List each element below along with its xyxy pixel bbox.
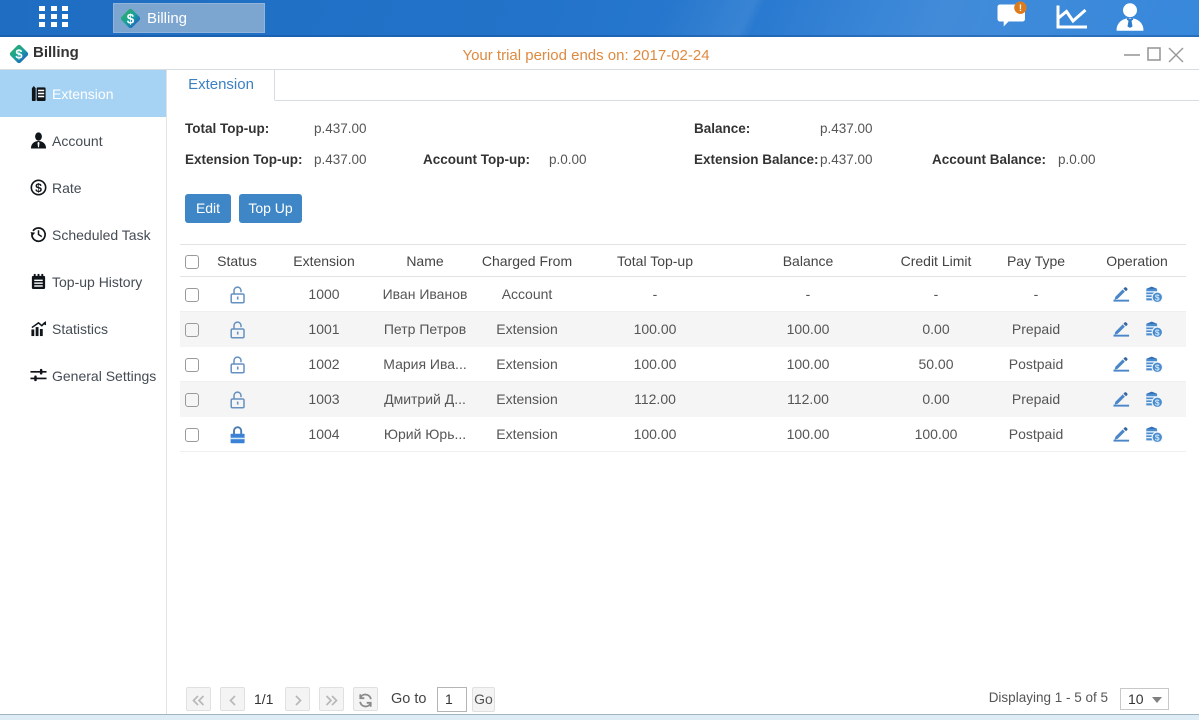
- svg-text:$: $: [35, 181, 42, 195]
- svg-text:$: $: [1154, 432, 1159, 442]
- svg-text:!: !: [1019, 3, 1022, 14]
- svg-text:$: $: [1154, 327, 1159, 337]
- svg-text:$: $: [1154, 292, 1159, 302]
- svg-text:$: $: [1154, 362, 1159, 372]
- svg-text:$: $: [1154, 397, 1159, 407]
- svg-text:$: $: [127, 11, 135, 26]
